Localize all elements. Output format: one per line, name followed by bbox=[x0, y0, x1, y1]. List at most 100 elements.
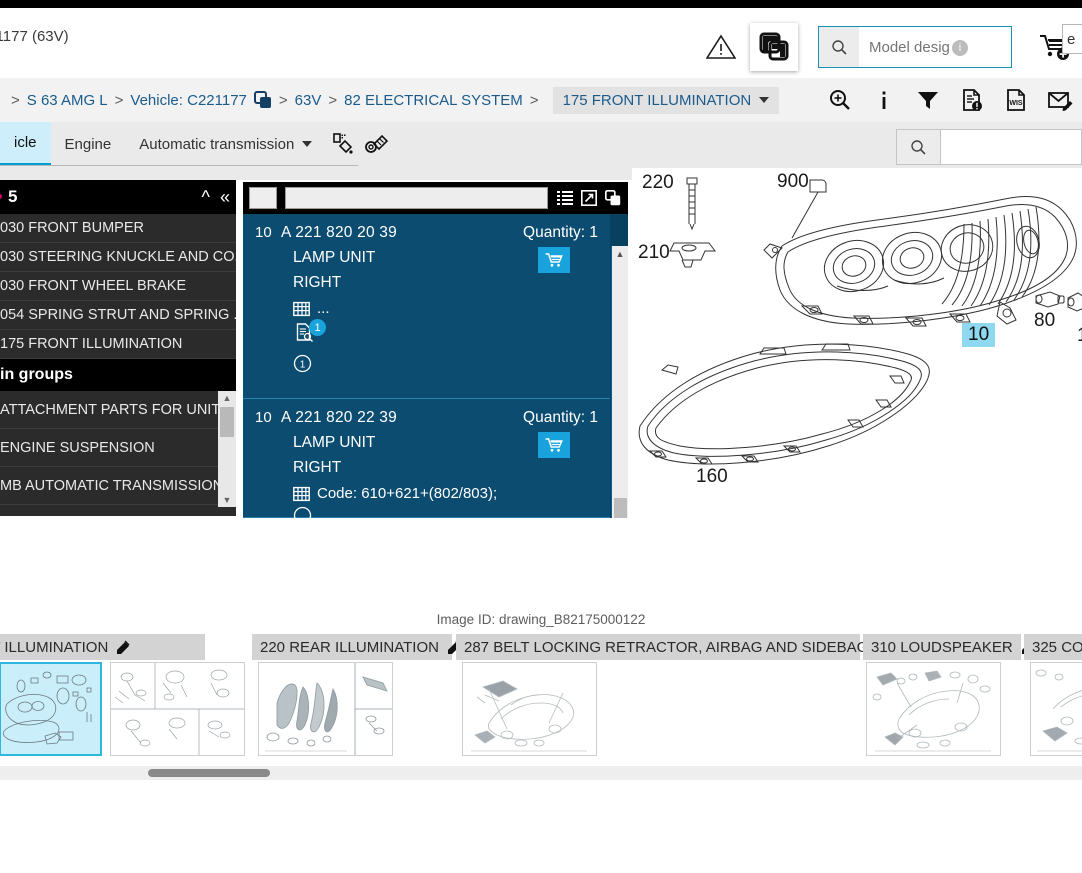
top-black-bar bbox=[0, 0, 1082, 8]
zoom-in-icon[interactable] bbox=[818, 78, 862, 122]
sidebar-group-mb-automatic-transmission[interactable]: MB AUTOMATIC TRANSMISSION bbox=[0, 467, 236, 505]
parts-filter-prefix-box[interactable] bbox=[249, 187, 277, 209]
callout-210[interactable]: 210 bbox=[638, 242, 670, 264]
search-icon[interactable] bbox=[897, 130, 941, 164]
breadcrumb-current-dropdown[interactable]: 175 FRONT ILLUMINATION bbox=[553, 87, 780, 114]
sidebar-item-front-illumination[interactable]: 175 FRONT ILLUMINATION bbox=[0, 330, 236, 359]
callout-160[interactable]: 160 bbox=[696, 466, 728, 488]
add-part-to-cart-button[interactable] bbox=[538, 432, 570, 458]
edge-partial-button[interactable]: e bbox=[1062, 24, 1082, 54]
thumb-group-header-belt-locking[interactable]: 287 BELT LOCKING RETRACTOR, AIRBAG AND S… bbox=[456, 634, 860, 660]
thumb-group-header-loudspeaker[interactable]: 310 LOUDSPEAKER bbox=[863, 634, 1021, 660]
global-search[interactable] bbox=[896, 129, 1082, 165]
part-card[interactable]: 10 A 221 820 20 39 Quantity: 1 LAMP UNIT… bbox=[243, 214, 610, 399]
thumbnail-front-illumination-selected[interactable] bbox=[0, 662, 102, 756]
document-search-icon bbox=[295, 323, 610, 343]
document-alert-icon[interactable] bbox=[950, 78, 994, 122]
filter-icon[interactable] bbox=[906, 78, 950, 122]
scroll-up-arrow-icon[interactable]: ▲ bbox=[218, 391, 236, 405]
tab-automatic-transmission[interactable]: Automatic transmission bbox=[125, 122, 326, 166]
sidebar-item-spring-strut[interactable]: 054 SPRING STRUT AND SPRING ... bbox=[0, 301, 236, 330]
sidebar-item-steering-knuckle[interactable]: 030 STEERING KNUCKLE AND CO... bbox=[0, 243, 236, 272]
callout-220[interactable]: 220 bbox=[642, 172, 674, 194]
model-search-info-badge[interactable]: i bbox=[952, 40, 968, 56]
breadcrumb-item-model[interactable]: S 63 AMG L bbox=[27, 92, 108, 109]
thumb-group-title: 287 BELT LOCKING RETRACTOR, AIRBAG AND S… bbox=[464, 639, 868, 656]
breadcrumb-item-code[interactable]: 63V bbox=[295, 92, 322, 109]
parts-list-body: 10 A 221 820 20 39 Quantity: 1 LAMP UNIT… bbox=[243, 214, 628, 518]
scrollbar-thumb[interactable] bbox=[614, 498, 627, 518]
thumbnail-rear-illumination[interactable] bbox=[258, 662, 393, 756]
tab-vehicle[interactable]: icle bbox=[0, 122, 51, 166]
thumbnail-loudspeaker[interactable] bbox=[866, 662, 1001, 756]
callout-80[interactable]: 80 bbox=[1034, 310, 1055, 332]
global-search-input[interactable] bbox=[941, 130, 1081, 164]
part-footnote-marker[interactable]: 1 bbox=[243, 354, 610, 373]
part-code-row[interactable]: ... bbox=[243, 300, 610, 317]
chevron-up-icon[interactable]: ^ bbox=[202, 188, 210, 206]
breadcrumb-item-vehicle[interactable]: Vehicle: C221177 bbox=[130, 92, 246, 109]
part-side: RIGHT bbox=[243, 274, 610, 292]
sidebar-item-front-wheel-brake[interactable]: 030 FRONT WHEEL BRAKE bbox=[0, 272, 236, 301]
breadcrumb-item-group[interactable]: 82 ELECTRICAL SYSTEM bbox=[344, 92, 523, 109]
part-footnote-marker[interactable] bbox=[243, 506, 610, 518]
thumb-group-header-front-illumination[interactable]: RONT ILLUMINATION bbox=[0, 634, 205, 660]
duplicate-icon[interactable] bbox=[750, 23, 798, 71]
parts-filter-input[interactable] bbox=[285, 187, 548, 209]
warning-triangle-icon[interactable] bbox=[698, 21, 744, 73]
duplicate-icon[interactable] bbox=[604, 189, 622, 207]
part-side: RIGHT bbox=[243, 459, 610, 477]
breadcrumb-duplicate-icon[interactable] bbox=[254, 91, 272, 109]
wis-document-icon[interactable]: WIS bbox=[994, 78, 1038, 122]
paint-tool-icon[interactable] bbox=[326, 122, 360, 166]
callout-1[interactable]: 1 bbox=[1077, 325, 1082, 347]
scrollbar-thumb[interactable] bbox=[220, 407, 234, 437]
scrollbar-thumb[interactable] bbox=[148, 769, 270, 777]
callout-900[interactable]: 900 bbox=[777, 171, 809, 193]
thumbnail-drawing bbox=[867, 663, 1000, 755]
expand-icon[interactable] bbox=[580, 189, 598, 207]
list-view-icon[interactable] bbox=[556, 189, 574, 207]
header-icon-group bbox=[698, 16, 1082, 78]
tab-engine-label: Engine bbox=[65, 136, 112, 153]
thumbnail-drawing bbox=[111, 663, 244, 755]
tab-underline-rule bbox=[0, 165, 358, 166]
scroll-up-arrow-icon[interactable]: ▲ bbox=[612, 246, 628, 262]
mail-edit-icon[interactable] bbox=[1038, 78, 1082, 122]
fastener-tool-icon[interactable] bbox=[360, 122, 394, 166]
thumbnail-belt-locking[interactable] bbox=[462, 662, 597, 756]
thumbnail-strip-scrollbar[interactable] bbox=[0, 766, 1082, 780]
parts-list-scrollbar[interactable]: ▲ ▼ bbox=[611, 246, 628, 518]
edit-icon[interactable] bbox=[116, 640, 131, 655]
part-quantity-label: Quantity: bbox=[523, 409, 585, 426]
breadcrumb-separator: > bbox=[115, 92, 124, 109]
sidebar-group-engine-suspension[interactable]: ENGINE SUSPENSION bbox=[0, 429, 236, 467]
thumbnail-drawing bbox=[1, 664, 101, 754]
callout-10[interactable]: 10 bbox=[962, 323, 995, 347]
add-part-to-cart-button[interactable] bbox=[538, 247, 570, 273]
image-id-label: Image ID: drawing_B82175000122 bbox=[0, 612, 1082, 627]
chevron-double-left-icon[interactable]: « bbox=[220, 188, 230, 206]
part-code-row[interactable]: Code: 610+621+(802/803); bbox=[243, 485, 610, 502]
thumb-group-header-console[interactable]: 325 CON bbox=[1024, 634, 1082, 660]
thumbnail-front-illumination-2[interactable] bbox=[110, 662, 245, 756]
tab-engine[interactable]: Engine bbox=[51, 122, 126, 166]
parts-diagram[interactable]: 220 210 900 10 80 1 160 bbox=[632, 168, 1082, 608]
model-designation-search[interactable] bbox=[818, 26, 1012, 68]
breadcrumb: > S 63 AMG L > Vehicle: C221177 > 63V > … bbox=[0, 78, 1082, 122]
sidebar-item-front-bumper[interactable]: 030 FRONT BUMPER bbox=[0, 214, 236, 243]
part-number: A 221 820 22 39 bbox=[281, 409, 397, 427]
sidebar-scrollbar[interactable]: ▲ ▼ bbox=[218, 391, 236, 507]
thumbnail-drawing bbox=[259, 663, 392, 755]
thumb-group-header-rear-illumination[interactable]: 220 REAR ILLUMINATION bbox=[252, 634, 452, 660]
sidebar-item-list: 030 FRONT BUMPER 030 STEERING KNUCKLE AN… bbox=[0, 214, 236, 359]
scroll-down-arrow-icon[interactable]: ▼ bbox=[218, 493, 236, 507]
thumbnail-console[interactable] bbox=[1030, 662, 1082, 756]
model-designation-input[interactable] bbox=[859, 27, 1011, 67]
search-icon[interactable] bbox=[819, 27, 859, 67]
sidebar-group-attachment-parts[interactable]: ATTACHMENT PARTS FOR UNITS bbox=[0, 391, 236, 429]
part-card[interactable]: 10 A 221 820 22 39 Quantity: 1 LAMP UNIT… bbox=[243, 399, 610, 518]
svg-text:WIS: WIS bbox=[1009, 100, 1023, 107]
part-document-row[interactable]: 1 bbox=[243, 323, 610, 343]
info-icon[interactable] bbox=[862, 78, 906, 122]
